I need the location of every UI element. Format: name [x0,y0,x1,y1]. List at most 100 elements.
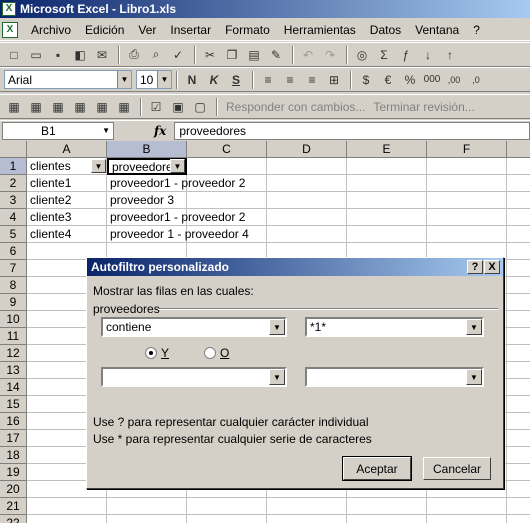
autofilter-dropdown-a[interactable]: ▼ [91,159,106,173]
chevron-down-icon[interactable]: ▼ [157,71,171,88]
decrease-decimal-icon[interactable]: ,0 [466,70,486,90]
row-header[interactable]: 12 [0,345,27,362]
accept-button[interactable]: Aceptar [342,456,412,481]
percent-icon[interactable]: % [400,70,420,90]
grid-cell[interactable] [347,515,427,523]
grid-cell[interactable] [507,226,530,243]
merge-center-icon[interactable]: ⊞ [324,70,344,90]
chevron-down-icon[interactable]: ▼ [117,71,131,88]
grid-cell[interactable] [507,515,530,523]
function-icon[interactable]: ƒ [396,45,416,65]
preview-icon[interactable]: ⌕ [146,45,166,65]
font-combo[interactable]: Arial ▼ [4,70,132,89]
grid-cell[interactable] [347,498,427,515]
cell-a3[interactable]: cliente2 [27,192,107,209]
grid-cell[interactable] [507,498,530,515]
reply-with-changes[interactable]: Responder con cambios... [226,100,365,114]
menu-insertar[interactable]: Insertar [163,23,218,37]
row-header[interactable]: 9 [0,294,27,311]
grid-cell[interactable] [507,243,530,260]
menu-help[interactable]: ? [466,23,487,37]
radio-and-dot[interactable] [145,347,157,359]
function-icon[interactable]: fx [154,124,166,138]
cell-b5[interactable]: proveedor 1 - proveedor 4 [107,226,267,243]
grid-cell[interactable] [27,515,107,523]
italic-icon[interactable]: K [204,70,224,90]
review-icon[interactable]: ▦ [48,97,68,117]
format-painter-icon[interactable]: ✎ [266,45,286,65]
row-header[interactable]: 6 [0,243,27,260]
grid-cell[interactable] [427,158,507,175]
grid-cell[interactable] [267,175,347,192]
save-icon[interactable]: ▪ [48,45,68,65]
redo-icon[interactable]: ↷ [320,45,340,65]
cell-b2[interactable]: proveedor1 - proveedor 2 [107,175,267,192]
grid-cell[interactable] [507,481,530,498]
grid-cell[interactable] [507,379,530,396]
row-header[interactable]: 5 [0,226,27,243]
grid-cell[interactable] [427,498,507,515]
row-header[interactable]: 10 [0,311,27,328]
euro-icon[interactable]: € [378,70,398,90]
grid-cell[interactable] [347,226,427,243]
cell-a5[interactable]: cliente4 [27,226,107,243]
chevron-down-icon[interactable]: ▼ [269,319,285,335]
row-header[interactable]: 22 [0,515,27,523]
formula-input[interactable]: proveedores [174,121,530,140]
column-header-e[interactable]: E [347,141,427,158]
grid-cell[interactable] [507,175,530,192]
spelling-icon[interactable]: ✓ [168,45,188,65]
row-header[interactable]: 13 [0,362,27,379]
column-header-b[interactable]: B [107,141,187,158]
review-icon[interactable]: ▦ [26,97,46,117]
close-button[interactable]: X [484,260,500,274]
column-header-a[interactable]: A [27,141,107,158]
discussion-icon[interactable]: ▢ [190,97,210,117]
autosum-icon[interactable]: Σ [374,45,394,65]
menu-datos[interactable]: Datos [363,23,408,37]
row-header[interactable]: 16 [0,413,27,430]
thousands-icon[interactable]: 000 [422,70,442,90]
chevron-down-icon[interactable]: ▼ [466,369,482,385]
menu-ventana[interactable]: Ventana [408,23,466,37]
autofilter-dropdown-b[interactable]: ▼ [170,159,185,173]
grid-cell[interactable] [187,498,267,515]
row-header[interactable]: 15 [0,396,27,413]
underline-icon[interactable]: S [226,70,246,90]
paste-icon[interactable]: ▤ [244,45,264,65]
grid-cell[interactable] [267,498,347,515]
grid-cell[interactable] [507,362,530,379]
help-button[interactable]: ? [467,260,483,274]
font-size-combo[interactable]: 10 ▼ [136,70,172,89]
grid-cell[interactable] [507,311,530,328]
sort-asc-icon[interactable]: ↓ [418,45,438,65]
end-review[interactable]: Terminar revisión... [373,100,474,114]
cell-b3[interactable]: proveedor 3 [107,192,187,209]
grid-cell[interactable] [347,175,427,192]
review-icon[interactable]: ▦ [70,97,90,117]
undo-icon[interactable]: ↶ [298,45,318,65]
chevron-down-icon[interactable]: ▼ [269,369,285,385]
grid-cell[interactable] [507,430,530,447]
grid-cell[interactable] [267,158,347,175]
grid-cell[interactable] [427,175,507,192]
column-header-d[interactable]: D [267,141,347,158]
radio-and[interactable]: Y [145,346,169,360]
operator-2-select[interactable]: ▼ [101,367,287,387]
operator-1-select[interactable]: contiene ▼ [101,317,287,337]
sort-desc-icon[interactable]: ↑ [440,45,460,65]
align-center-icon[interactable]: ≡ [280,70,300,90]
bold-icon[interactable]: N [182,70,202,90]
radio-or[interactable]: O [204,346,229,360]
column-header-g[interactable] [507,141,530,158]
grid-cell[interactable] [427,226,507,243]
cell-a2[interactable]: cliente1 [27,175,107,192]
cell-b4[interactable]: proveedor1 - proveedor 2 [107,209,267,226]
row-header[interactable]: 21 [0,498,27,515]
grid-cell[interactable] [347,158,427,175]
grid-cell[interactable] [267,226,347,243]
new-icon[interactable]: □ [4,45,24,65]
increase-decimal-icon[interactable]: ,00 [444,70,464,90]
menu-ver[interactable]: Ver [131,23,163,37]
cell-a4[interactable]: cliente3 [27,209,107,226]
